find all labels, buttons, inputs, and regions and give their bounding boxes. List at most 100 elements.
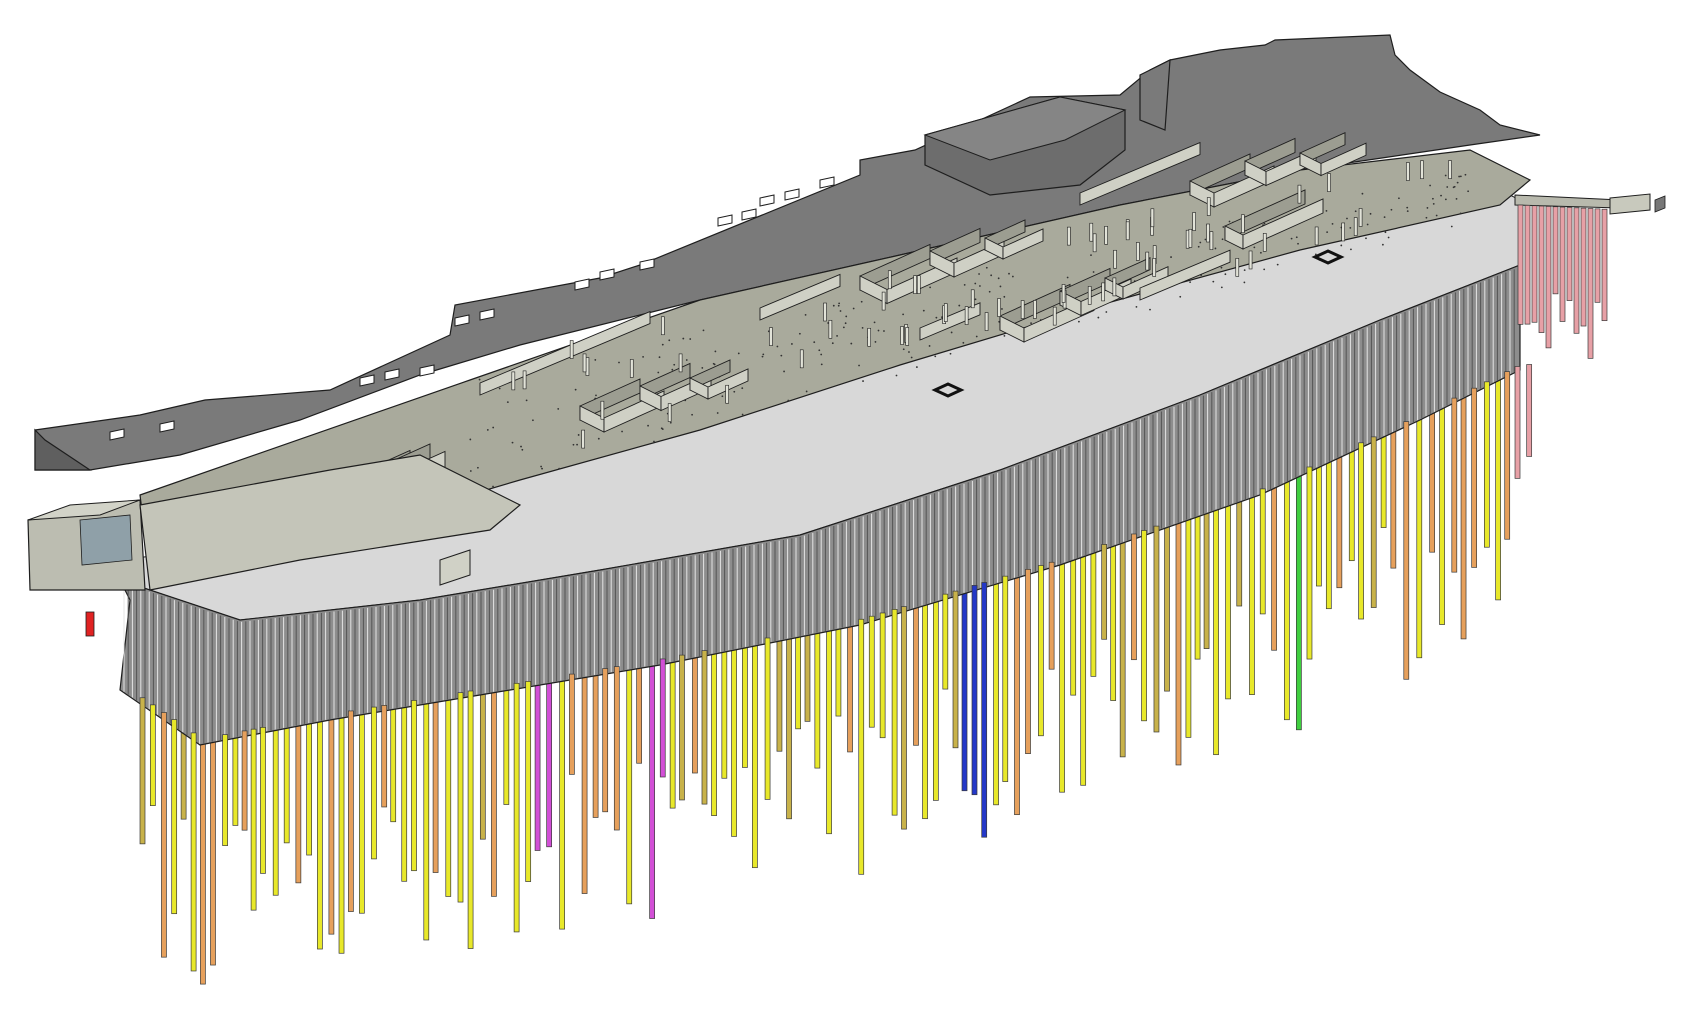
pile xyxy=(149,704,156,806)
column xyxy=(1448,160,1452,179)
pile xyxy=(210,736,216,966)
pile xyxy=(1484,381,1490,548)
floor-hatch-dot xyxy=(985,266,988,269)
floor-hatch-dot xyxy=(883,330,885,332)
pile xyxy=(1025,568,1031,754)
floor-hatch-dot xyxy=(813,341,816,344)
column xyxy=(881,291,886,311)
floor-hatch-dot xyxy=(1425,216,1428,219)
floor-hatch-dot xyxy=(1326,231,1329,234)
floor-hatch-dot xyxy=(469,438,472,441)
floor-hatch-dot xyxy=(1366,223,1369,226)
floor-hatch-dot xyxy=(572,443,575,446)
pile xyxy=(795,631,801,730)
floor-hatch-dot xyxy=(1295,236,1298,239)
pile xyxy=(826,625,832,835)
pile xyxy=(241,730,248,831)
floor-hatch-dot xyxy=(975,335,978,338)
pile xyxy=(971,585,978,796)
floor-hatch-dot xyxy=(657,371,660,374)
pile xyxy=(1460,393,1467,640)
pile xyxy=(513,682,520,933)
pile xyxy=(381,705,388,808)
floor-hatch-dot xyxy=(1097,316,1100,319)
pile xyxy=(613,666,620,831)
floor-hatch-dot xyxy=(1444,174,1447,177)
floor-hatch-dot xyxy=(837,304,840,307)
pile xyxy=(1504,371,1511,540)
pile xyxy=(1545,206,1552,349)
floor-hatch-dot xyxy=(1325,209,1328,212)
pile xyxy=(1336,452,1343,589)
floor-hatch-dot xyxy=(1349,226,1352,229)
floor-hatch-dot xyxy=(910,356,913,359)
floor-hatch-dot xyxy=(818,349,821,352)
floor-hatch-dot xyxy=(1387,236,1390,239)
floor-hatch-dot xyxy=(999,285,1002,288)
pile xyxy=(432,696,439,873)
floor-hatch-dot xyxy=(1456,181,1459,184)
pile xyxy=(1110,540,1117,701)
pile xyxy=(721,646,728,779)
floor-hatch-dot xyxy=(671,368,674,371)
floor-hatch-dot xyxy=(1224,273,1227,276)
pile xyxy=(913,602,919,746)
floor-hatch-dot xyxy=(979,285,981,287)
column xyxy=(725,384,729,404)
pile xyxy=(752,640,758,869)
pile xyxy=(559,675,565,930)
floor-hatch-dot xyxy=(974,298,977,301)
floor-hatch-dot xyxy=(714,350,717,353)
roof-upturn xyxy=(1139,58,1171,131)
pile xyxy=(479,688,486,840)
pile xyxy=(1380,431,1387,528)
pile xyxy=(348,710,354,912)
floor-hatch-dot xyxy=(1350,248,1352,251)
pile xyxy=(932,596,939,801)
floor-hatch-dot xyxy=(1090,254,1092,257)
floor-hatch-dot xyxy=(1276,263,1279,266)
floor-hatch-dot xyxy=(492,426,495,429)
floor-hatch-dot xyxy=(1243,269,1246,272)
column xyxy=(887,270,892,290)
floor-hatch-dot xyxy=(1390,208,1393,211)
floor-hatch-dot xyxy=(1243,281,1246,284)
floor-hatch-dot xyxy=(506,401,509,404)
floor-hatch-dot xyxy=(908,351,910,353)
floor-hatch-dot xyxy=(1092,271,1095,273)
pile xyxy=(879,612,886,739)
pile xyxy=(1471,387,1478,568)
roof-opening xyxy=(717,214,733,227)
floor-hatch-dot xyxy=(1253,246,1256,249)
pile xyxy=(1236,496,1243,607)
floor-hatch-dot xyxy=(691,413,693,416)
pile xyxy=(868,615,875,728)
column xyxy=(997,298,1001,317)
model-viewport[interactable] xyxy=(0,0,1705,1016)
floor-hatch-dot xyxy=(1105,311,1108,313)
pile xyxy=(232,732,239,826)
floor-hatch-dot xyxy=(874,341,877,343)
floor-hatch-dot xyxy=(1228,220,1231,223)
floor-hatch-dot xyxy=(1384,231,1387,234)
roof-opening xyxy=(759,194,775,207)
floor-hatch-dot xyxy=(668,339,671,342)
pile xyxy=(776,635,783,752)
pile xyxy=(891,609,898,816)
column xyxy=(1067,226,1071,246)
column xyxy=(1314,226,1319,246)
floor-hatch-dot xyxy=(576,443,578,446)
pile xyxy=(742,642,748,768)
pile xyxy=(1153,525,1160,733)
floor-hatch-dot xyxy=(861,326,864,329)
pile xyxy=(1080,551,1087,786)
column xyxy=(1341,222,1345,242)
floor-hatch-dot xyxy=(478,378,481,381)
floor-hatch-dot xyxy=(532,419,534,422)
floor-hatch-dot xyxy=(1149,308,1151,311)
pile xyxy=(1526,364,1533,457)
roof-opening xyxy=(784,188,800,201)
column xyxy=(661,316,665,336)
floor-hatch-dot xyxy=(1435,214,1438,217)
isometric-model xyxy=(27,34,1666,985)
